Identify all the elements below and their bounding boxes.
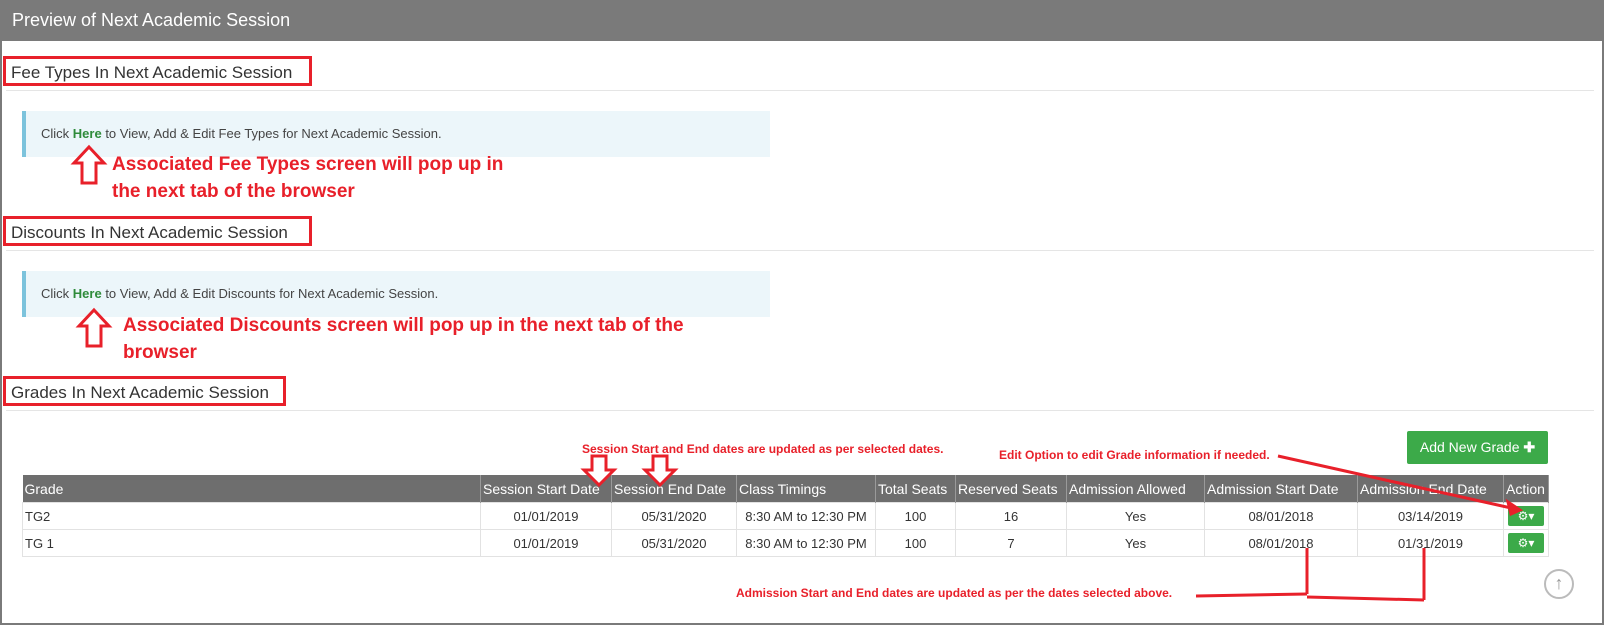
note-line: the next tab of the browser [112, 181, 355, 202]
action-cell: ⚙▾ [1503, 529, 1549, 557]
action-cell: ⚙▾ [1503, 502, 1549, 530]
gears-icon[interactable]: ⚙▾ [1508, 506, 1544, 526]
add-new-grade-button[interactable]: Add New Grade ✚ [1407, 431, 1548, 464]
grade-cell: TG2 [22, 502, 481, 530]
fee-types-section-title: Fee Types In Next Academic Session [3, 56, 312, 86]
table-row: TG 1 01/01/2019 05/31/2020 8:30 AM to 12… [22, 529, 1549, 557]
column-header: Action [1503, 475, 1549, 503]
session-start-cell: 01/01/2019 [480, 502, 612, 530]
note-line: browser [123, 342, 197, 363]
info-prefix: Click [41, 286, 73, 301]
panel-title: Preview of Next Academic Session [0, 0, 1604, 41]
admission-allowed-cell: Yes [1066, 529, 1205, 557]
divider [6, 250, 1594, 251]
info-prefix: Click [41, 126, 73, 141]
column-header: Session End Date [611, 475, 737, 503]
note-line: Associated Discounts screen will pop up … [123, 315, 684, 336]
total-seats-cell: 100 [875, 529, 956, 557]
grade-cell: TG 1 [22, 529, 481, 557]
discounts-annotation: Associated Discounts screen will pop up … [123, 312, 684, 366]
admission-allowed-cell: Yes [1066, 502, 1205, 530]
column-header: Total Seats [875, 475, 956, 503]
add-new-grade-label: Add New Grade [1419, 439, 1520, 455]
divider [6, 90, 1594, 91]
discounts-info-box: Click Here to View, Add & Edit Discounts… [22, 271, 770, 317]
discounts-here-link[interactable]: Here [73, 286, 102, 301]
info-suffix: to View, Add & Edit Discounts for Next A… [101, 286, 439, 301]
divider [6, 410, 1594, 411]
column-header: Admission Start Date [1204, 475, 1358, 503]
admission-start-cell: 08/01/2018 [1204, 529, 1358, 557]
table-header-row: Grade Session Start Date Session End Dat… [22, 475, 1549, 503]
reserved-seats-cell: 16 [955, 502, 1067, 530]
column-header: Grade [22, 475, 481, 503]
admission-end-cell: 03/14/2019 [1357, 502, 1504, 530]
plus-icon: ✚ [1523, 439, 1536, 455]
column-header: Reserved Seats [955, 475, 1067, 503]
edit-option-annotation: Edit Option to edit Grade information if… [999, 448, 1270, 462]
session-end-cell: 05/31/2020 [611, 529, 737, 557]
gears-icon[interactable]: ⚙▾ [1508, 533, 1544, 553]
column-header: Admission Allowed [1066, 475, 1205, 503]
total-seats-cell: 100 [875, 502, 956, 530]
table-row: TG2 01/01/2019 05/31/2020 8:30 AM to 12:… [22, 502, 1549, 530]
session-dates-annotation: Session Start and End dates are updated … [582, 442, 944, 456]
discounts-section-title: Discounts In Next Academic Session [3, 216, 312, 246]
fee-types-here-link[interactable]: Here [73, 126, 102, 141]
admission-start-cell: 08/01/2018 [1204, 502, 1358, 530]
class-timings-cell: 8:30 AM to 12:30 PM [736, 502, 876, 530]
session-start-cell: 01/01/2019 [480, 529, 612, 557]
reserved-seats-cell: 7 [955, 529, 1067, 557]
column-header: Session Start Date [480, 475, 612, 503]
admission-end-cell: 01/31/2019 [1357, 529, 1504, 557]
fee-types-annotation: Associated Fee Types screen will pop up … [112, 151, 503, 205]
info-suffix: to View, Add & Edit Fee Types for Next A… [101, 126, 442, 141]
column-header: Class Timings [736, 475, 876, 503]
grades-table: Grade Session Start Date Session End Dat… [22, 475, 1549, 557]
class-timings-cell: 8:30 AM to 12:30 PM [736, 529, 876, 557]
grades-section-title: Grades In Next Academic Session [3, 376, 286, 406]
admission-dates-annotation: Admission Start and End dates are update… [736, 586, 1173, 600]
note-line: Associated Fee Types screen will pop up … [112, 154, 504, 175]
session-end-cell: 05/31/2020 [611, 502, 737, 530]
column-header: Admission End Date [1357, 475, 1504, 503]
scroll-to-top-icon[interactable]: ↑ [1544, 569, 1574, 599]
